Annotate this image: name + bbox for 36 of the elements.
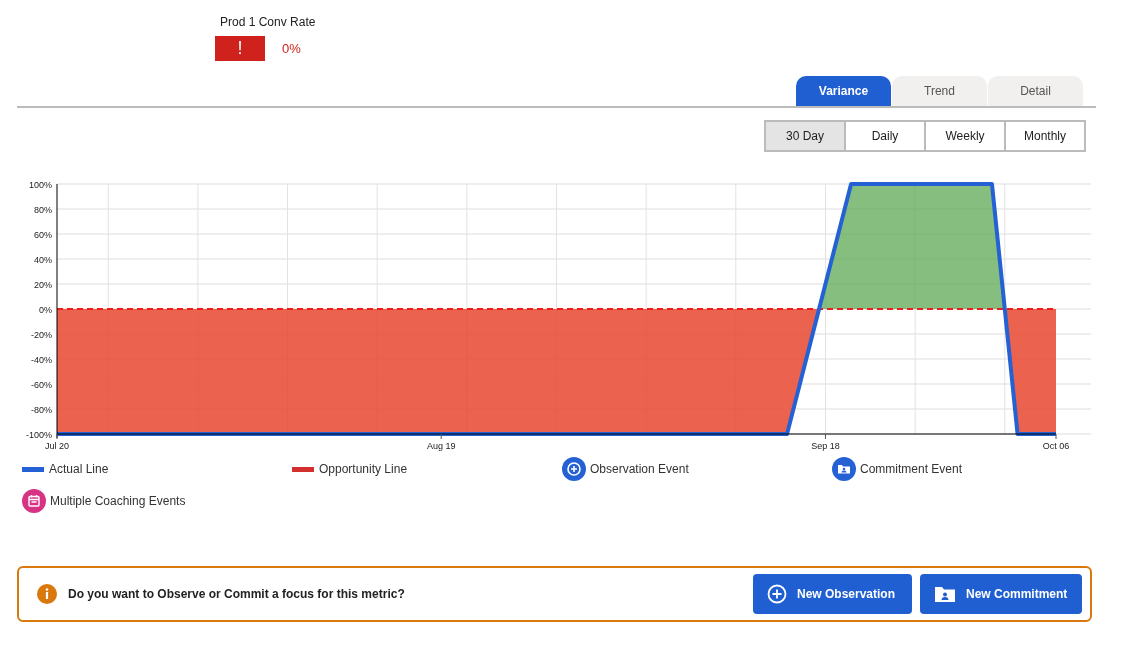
legend-label: Multiple Coaching Events — [50, 494, 186, 508]
y-tick-label: -40% — [31, 355, 52, 365]
legend-label: Opportunity Line — [319, 462, 408, 476]
tab[interactable]: Detail — [988, 76, 1083, 106]
y-tick-label: 40% — [34, 255, 52, 265]
y-tick-label: -100% — [26, 430, 52, 440]
period-button[interactable]: Monthly — [1006, 122, 1084, 150]
x-tick-label: Sep 18 — [811, 441, 840, 451]
legend-label: Commitment Event — [860, 462, 963, 476]
y-tick-label: 100% — [28, 180, 52, 190]
y-tick-label: 0% — [39, 305, 52, 315]
y-tick-label: 20% — [34, 280, 52, 290]
action-button[interactable]: New Commitment — [920, 574, 1082, 614]
period-button[interactable]: 30 Day — [766, 122, 844, 150]
x-tick-label: Jul 20 — [45, 441, 69, 451]
alert-badge: ! — [215, 36, 265, 61]
x-tick-label: Oct 06 — [1042, 441, 1070, 451]
tab[interactable]: Trend — [892, 76, 987, 106]
folder-person-icon — [934, 585, 956, 603]
metric-value: 0% — [282, 41, 301, 56]
period-button[interactable]: Weekly — [926, 122, 1004, 150]
y-tick-label: 80% — [34, 205, 52, 215]
tab[interactable]: Variance — [796, 76, 891, 106]
period-button[interactable]: Daily — [846, 122, 924, 150]
legend-label: Observation Event — [590, 462, 689, 476]
action-button[interactable]: New Observation — [753, 574, 912, 614]
x-tick-label: Aug 19 — [426, 441, 456, 451]
y-tick-label: -20% — [31, 330, 52, 340]
prompt-text: Do you want to Observe or Commit a focus for this metric? — [68, 587, 406, 601]
legend-label: Actual Line — [49, 462, 109, 476]
y-tick-label: -80% — [31, 405, 52, 415]
info-icon — [37, 584, 57, 604]
metric-title: Prod 1 Conv Rate — [220, 15, 316, 29]
y-tick-label: 60% — [34, 230, 52, 240]
y-tick-label: -60% — [31, 380, 52, 390]
plus-circle-icon — [767, 584, 787, 604]
